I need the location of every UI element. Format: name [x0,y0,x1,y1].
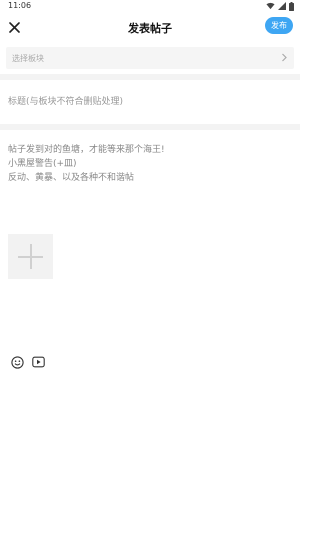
publish-button[interactable]: 发布 [265,17,293,34]
status-time: 11:06 [8,1,32,10]
body-input[interactable]: 帖子发到对的鱼塘，才能等来那个海王! 小黑屋警告(+皿) 反动、黄暴、以及各种不… [8,143,292,185]
section-select-placeholder: 选择板块 [12,53,44,63]
page-title: 发表帖子 [128,22,172,35]
chevron-right-icon [282,53,287,62]
divider [0,124,300,130]
wifi-icon [266,2,275,10]
body-placeholder-line: 帖子发到对的鱼塘，才能等来那个海王! [8,145,165,155]
battery-icon [289,1,294,11]
editor-toolbar [10,355,45,369]
body-placeholder-line: 反动、黄暴、以及各种不和谐帖 [8,173,135,183]
signal-icon [278,2,286,10]
section-select[interactable]: 选择板块 [6,47,294,69]
status-icons [266,1,294,11]
status-bar: 11:06 [0,0,300,12]
video-button[interactable] [31,355,45,369]
body-placeholder-line: 小黑屋警告(+皿) [8,159,77,169]
video-icon [31,356,45,368]
plus-icon [30,244,32,269]
title-input[interactable]: 标题(与板块不符合删贴处理) [8,94,292,110]
app-header: 发表帖子 发布 [0,12,300,42]
emoji-icon [10,355,24,369]
divider [0,74,300,80]
add-image-button[interactable] [8,234,53,279]
emoji-button[interactable] [10,355,24,369]
